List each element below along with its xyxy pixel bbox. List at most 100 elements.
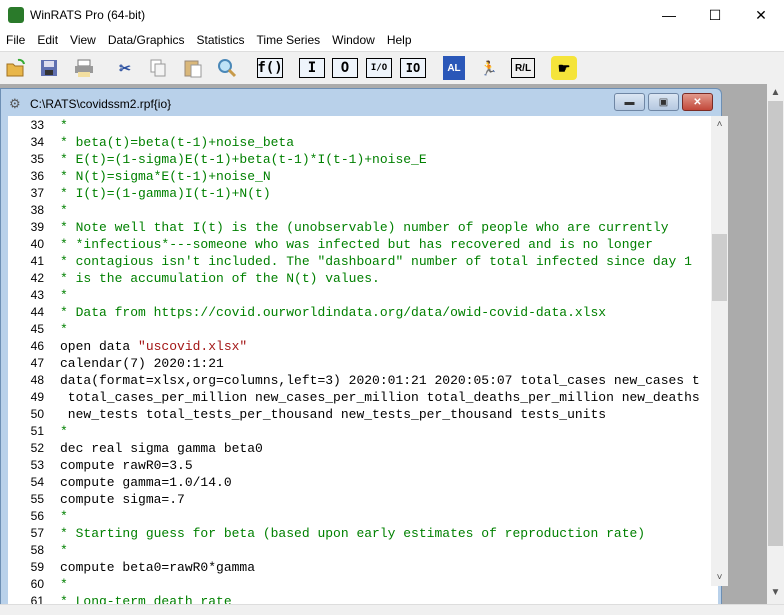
- open-icon[interactable]: [5, 56, 27, 80]
- code-line: 55 compute sigma=.7: [8, 491, 185, 508]
- line-text: open data: [60, 339, 139, 354]
- input-output-split-button[interactable]: I/O: [366, 58, 392, 78]
- report-layout-icon[interactable]: R/L: [511, 58, 535, 78]
- line-text: compute gamma=1.0/14.0: [60, 475, 232, 490]
- line-number: 34: [30, 135, 44, 149]
- select-all-icon[interactable]: AL: [443, 56, 465, 80]
- rats-document-icon: ⚙: [9, 96, 21, 111]
- code-line: 48 data(format=xlsx,org=columns,left=3) 2…: [8, 372, 700, 389]
- line-text: *: [60, 577, 68, 592]
- line-number: 46: [30, 339, 44, 353]
- line-number: 45: [30, 322, 44, 336]
- io-window-button[interactable]: IO: [400, 58, 426, 78]
- code-editor[interactable]: 33 * 34 * beta(t)=beta(t-1)+noise_beta 35 * E…: [8, 116, 718, 608]
- line-text: compute rawR0=3.5: [60, 458, 193, 473]
- scroll-up-icon[interactable]: ˄: [711, 116, 728, 133]
- scroll-down-icon[interactable]: ˅: [711, 569, 728, 586]
- code-line: 57 * Starting guess for beta (based upon …: [8, 525, 645, 542]
- line-text: new_tests total_tests_per_thousand new_t…: [60, 407, 607, 422]
- doc-close-button[interactable]: ✕: [682, 93, 713, 111]
- menu-bar: File Edit View Data/Graphics Statistics …: [0, 30, 784, 50]
- line-number: 35: [30, 152, 44, 166]
- line-number: 44: [30, 305, 44, 319]
- line-number: 54: [30, 475, 44, 489]
- app-title: WinRATS Pro (64-bit): [30, 8, 146, 22]
- output-mode-button[interactable]: O: [332, 58, 358, 78]
- line-text: * is the accumulation of the N(t) values…: [60, 271, 380, 286]
- line-text: * Starting guess for beta (based upon ea…: [60, 526, 646, 541]
- close-button[interactable]: ✕: [738, 0, 784, 30]
- code-line: 34 * beta(t)=beta(t-1)+noise_beta: [8, 134, 294, 151]
- menu-help[interactable]: Help: [381, 33, 418, 47]
- code-line: 43 *: [8, 287, 68, 304]
- line-number: 38: [30, 203, 44, 217]
- line-number: 55: [30, 492, 44, 506]
- menu-statistics[interactable]: Statistics: [191, 33, 251, 47]
- code-line: 39 * Note well that I(t) is the (unobserv…: [8, 219, 669, 236]
- menu-time-series[interactable]: Time Series: [251, 33, 327, 47]
- status-bar: [0, 604, 784, 615]
- line-text: compute beta0=rawR0*gamma: [60, 560, 256, 575]
- code-line: 33 *: [8, 117, 68, 134]
- paste-icon[interactable]: [182, 56, 204, 80]
- line-text: * E(t)=(1-sigma)E(t-1)+beta(t-1)*I(t-1)+…: [60, 152, 427, 167]
- code-line: 44 * Data from https://covid.ourworldinda…: [8, 304, 606, 321]
- line-text: data(format=xlsx,org=columns,left=3) 202…: [60, 373, 700, 388]
- doc-maximize-button[interactable]: ▣: [648, 93, 679, 111]
- scrollbar-thumb[interactable]: [712, 234, 727, 301]
- line-number: 53: [30, 458, 44, 472]
- line-text: * Note well that I(t) is the (unobservab…: [60, 220, 669, 235]
- document-window: ⚙ C:\RATS\covidssm2.rpf{io} ▬ ▣ ✕ 33 * 34 *…: [0, 88, 728, 608]
- scroll-down-icon[interactable]: ▼: [767, 584, 784, 601]
- scrollbar-thumb[interactable]: [768, 101, 783, 546]
- cut-icon[interactable]: ✂: [114, 56, 136, 80]
- code-line: 40 * *infectious*---someone who was infec…: [8, 236, 653, 253]
- code-line: 41 * contagious isn't included. The "dash…: [8, 253, 692, 270]
- line-number: 59: [30, 560, 44, 574]
- line-text: *: [60, 322, 68, 337]
- line-number: 40: [30, 237, 44, 251]
- code-line: 52 dec real sigma gamma beta0: [8, 440, 263, 457]
- print-icon[interactable]: [72, 56, 96, 80]
- line-number: 37: [30, 186, 44, 200]
- scroll-up-icon[interactable]: ▲: [767, 84, 784, 101]
- line-text: * contagious isn't included. The "dashbo…: [60, 254, 692, 269]
- line-number: 51: [30, 424, 44, 438]
- copy-icon[interactable]: [147, 56, 169, 80]
- run-icon[interactable]: 🏃: [478, 56, 500, 80]
- string-literal: "uscovid.xlsx": [138, 339, 248, 354]
- line-number: 52: [30, 441, 44, 455]
- line-number: 36: [30, 169, 44, 183]
- line-text: total_cases_per_million new_cases_per_mi…: [60, 390, 700, 405]
- line-number: 48: [30, 373, 44, 387]
- code-line: 42 * is the accumulation of the N(t) valu…: [8, 270, 380, 287]
- line-text: * I(t)=(1-gamma)I(t-1)+N(t): [60, 186, 271, 201]
- doc-minimize-button[interactable]: ▬: [614, 93, 645, 111]
- code-line: 50 new_tests total_tests_per_thousand ne…: [8, 406, 606, 423]
- minimize-button[interactable]: —: [646, 0, 692, 30]
- line-text: dec real sigma gamma beta0: [60, 441, 263, 456]
- editor-vertical-scrollbar[interactable]: ˄ ˅: [711, 116, 728, 586]
- menu-data-graphics[interactable]: Data/Graphics: [102, 33, 191, 47]
- code-line: 59 compute beta0=rawR0*gamma: [8, 559, 255, 576]
- menu-edit[interactable]: Edit: [31, 33, 64, 47]
- line-text: *: [60, 203, 68, 218]
- save-icon[interactable]: [38, 56, 60, 80]
- workspace-vertical-scrollbar[interactable]: ▲ ▼: [767, 84, 784, 604]
- line-number: 42: [30, 271, 44, 285]
- code-line: 54 compute gamma=1.0/14.0: [8, 474, 232, 491]
- line-text: *: [60, 509, 68, 524]
- maximize-button[interactable]: ☐: [692, 0, 738, 30]
- menu-file[interactable]: File: [0, 33, 31, 47]
- help-icon[interactable]: ☛: [551, 56, 577, 80]
- title-bar: WinRATS Pro (64-bit) — ☐ ✕: [0, 0, 784, 30]
- menu-view[interactable]: View: [64, 33, 102, 47]
- input-mode-button[interactable]: I: [299, 58, 325, 78]
- code-line: 45 *: [8, 321, 68, 338]
- menu-window[interactable]: Window: [326, 33, 381, 47]
- line-number: 47: [30, 356, 44, 370]
- find-icon[interactable]: [216, 56, 238, 80]
- procedure-button[interactable]: f(): [257, 58, 283, 78]
- line-text: calendar(7) 2020:1:21: [60, 356, 224, 371]
- line-text: * *infectious*---someone who was infecte…: [60, 237, 653, 252]
